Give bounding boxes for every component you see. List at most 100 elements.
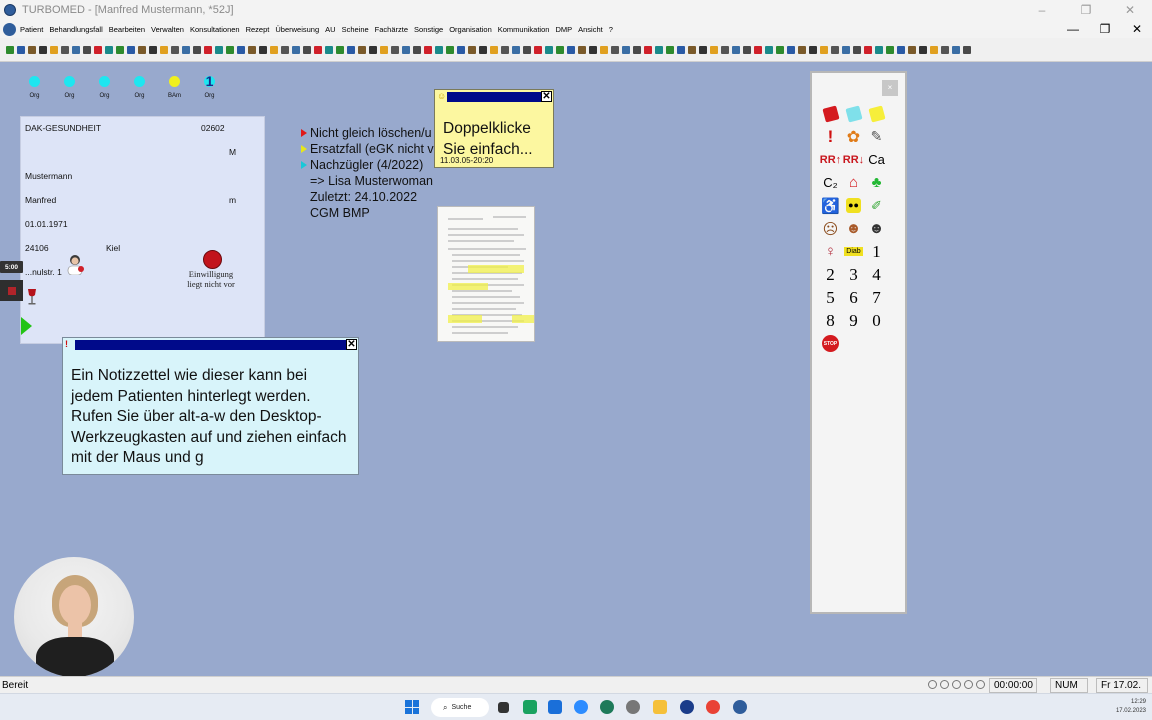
number-tool-8[interactable]: 8 [819,309,842,332]
number-tool-7[interactable]: 7 [865,286,888,309]
menu-scheine[interactable]: Scheine [342,25,369,34]
toolbar-icon[interactable] [655,45,663,54]
remote-desktop-icon[interactable] [548,700,562,714]
toolbar-icon[interactable] [556,45,564,54]
toolbar-icon[interactable] [875,45,883,54]
store-icon[interactable] [523,700,537,714]
toolbar-icon[interactable] [446,45,454,54]
number-tool-3[interactable]: 3 [842,263,865,286]
toolbar-icon[interactable] [303,45,311,54]
record-stop-button[interactable] [0,280,23,301]
toolbar-icon[interactable] [611,45,619,54]
sticky-note-close-button[interactable]: ✕ [346,339,357,350]
toolbar-icon[interactable] [754,45,762,54]
toolbar-icon[interactable] [743,45,751,54]
menu-fachaerzte[interactable]: Fachärzte [375,25,408,34]
toolbar-icon[interactable] [413,45,421,54]
toolbar-icon[interactable] [39,45,47,54]
toolbar-icon[interactable] [468,45,476,54]
person-tool[interactable]: ☻ [842,217,865,240]
note-line[interactable]: Nicht gleich löschen/u [301,126,439,142]
toolbar-icon[interactable] [94,45,102,54]
toolbar-icon[interactable] [666,45,674,54]
toolbar-icon[interactable] [578,45,586,54]
status-indicator[interactable]: Org [57,74,82,99]
toolbar-icon[interactable] [600,45,608,54]
flower-tool[interactable]: ✿ [842,125,865,148]
stop-tool[interactable]: STOP [819,332,842,355]
number-tool-9[interactable]: 9 [842,309,865,332]
house-tool[interactable]: ⌂ [842,171,865,194]
status-icon[interactable] [964,680,973,689]
toolbar-icon[interactable] [72,45,80,54]
number-tool-6[interactable]: 6 [842,286,865,309]
consent-missing-icon[interactable] [203,250,222,269]
app-icon[interactable] [600,700,614,714]
toolbar-icon[interactable] [116,45,124,54]
yellow-note-tool[interactable] [865,102,888,125]
menu-dmp[interactable]: DMP [555,25,572,34]
toolbar-icon[interactable] [402,45,410,54]
toolbar-icon[interactable] [512,45,520,54]
menu-rezept[interactable]: Rezept [246,25,270,34]
syringe-tool[interactable]: ✎ [865,125,888,148]
toolbar-icon[interactable] [809,45,817,54]
windows-start-icon[interactable] [405,700,419,714]
toolbar-icon[interactable] [369,45,377,54]
sticky-note-yellow[interactable]: ☺ ✕ Doppelklicke Sie einfach... 11.03.05… [434,89,554,168]
toolbar-icon[interactable] [347,45,355,54]
toolbar-icon[interactable] [732,45,740,54]
toolbar-icon[interactable] [424,45,432,54]
menu-konsultationen[interactable]: Konsultationen [190,25,240,34]
toolbar-icon[interactable] [930,45,938,54]
woman-tool[interactable]: ♀ [819,240,842,263]
diabetes-tool[interactable]: Diab [842,240,865,263]
toolbar-icon[interactable] [50,45,58,54]
app-icon[interactable] [680,700,694,714]
toolbar-icon[interactable] [182,45,190,54]
toolbar-icon[interactable] [501,45,509,54]
blind-tool[interactable]: ●● [842,194,865,217]
clover-tool[interactable]: ♣ [865,171,888,194]
toolbar-icon[interactable] [908,45,916,54]
taskbar-clock[interactable]: 12:29 17.02.2023 [1116,698,1146,716]
toolbar-icon[interactable] [171,45,179,54]
toolbar-icon[interactable] [633,45,641,54]
toolbar-icon[interactable] [952,45,960,54]
menu-bearbeiten[interactable]: Bearbeiten [109,25,145,34]
note-line[interactable]: Nachzügler (4/2022) [301,158,439,174]
toolbar-icon[interactable] [160,45,168,54]
toolbar-icon[interactable] [941,45,949,54]
status-indicator[interactable]: 1 Org [197,74,222,99]
toolbar-icon[interactable] [105,45,113,54]
toolbar-icon[interactable] [215,45,223,54]
toolbar-icon[interactable] [490,45,498,54]
toolbar-icon[interactable] [776,45,784,54]
toolbar-icon[interactable] [391,45,399,54]
sticky-note-close-button[interactable]: ✕ [541,91,552,102]
toolbar-icon[interactable] [28,45,36,54]
toolbar-icon[interactable] [534,45,542,54]
toolbar-icon[interactable] [622,45,630,54]
alcohol-icon[interactable] [25,288,39,306]
status-icon[interactable] [940,680,949,689]
toolbar-icon[interactable] [765,45,773,54]
toolbar-icon[interactable] [149,45,157,54]
wheelchair-tool[interactable]: ♿ [819,194,842,217]
menu-sonstige[interactable]: Sonstige [414,25,443,34]
menu-ansicht[interactable]: Ansicht [578,25,603,34]
scanned-document-thumbnail[interactable] [437,206,535,342]
status-icon[interactable] [952,680,961,689]
status-indicator[interactable]: Org [92,74,117,99]
toolbar-icon[interactable] [61,45,69,54]
status-icon[interactable] [928,680,937,689]
turbomed-taskbar-icon[interactable] [733,700,747,714]
toolbar-icon[interactable] [589,45,597,54]
pencil-tool[interactable]: ✐ [865,194,888,217]
toolbar-icon[interactable] [83,45,91,54]
toolbar-icon[interactable] [820,45,828,54]
menu-organisation[interactable]: Organisation [449,25,492,34]
document-close-button[interactable]: ✕ [1126,21,1148,37]
toolbar-icon[interactable] [919,45,927,54]
red-note-tool[interactable] [819,102,842,125]
